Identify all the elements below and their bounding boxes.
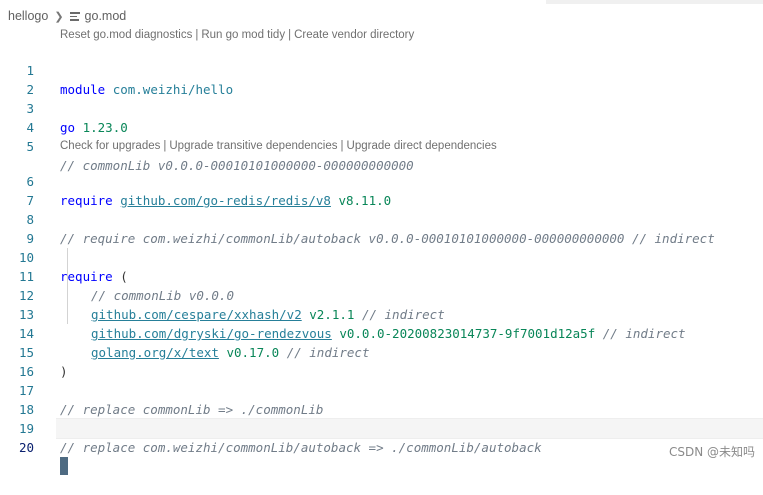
code-line: 19 // replace com.weizhi/commonLib/autob… (0, 400, 763, 455)
code-line: 10 require ( (0, 229, 763, 284)
line-number: 20 (18, 440, 34, 455)
lens-create-vendor[interactable]: Create vendor directory (294, 29, 414, 41)
breadcrumb-file[interactable]: go.mod (85, 9, 127, 23)
code-line: 11 // commonLib v0.0.0 (0, 248, 763, 303)
code-line: 18 (0, 381, 763, 417)
lens-upgrade-direct[interactable]: Upgrade direct dependencies (347, 140, 497, 152)
code-line: 6 require github.com/go-redis/redis/v8 v… (0, 153, 763, 208)
code-line: 4 (0, 99, 763, 135)
lens-upgrade-transitive[interactable]: Upgrade transitive dependencies (169, 140, 337, 152)
watermark: CSDN @未知吗 (668, 445, 755, 459)
code-line: 13 github.com/dgryski/go-rendezvous v0.0… (0, 286, 763, 341)
code-line-current[interactable]: 20 (0, 419, 763, 475)
code-lens-require: Check for upgrades | Upgrade transitive de… (60, 140, 497, 152)
lens-run-mod-tidy[interactable]: Run go mod tidy (201, 29, 285, 41)
code-line: 2 (0, 61, 763, 97)
code-lens-module: Reset go.mod diagnostics | Run go mod tidy… (60, 29, 415, 41)
code-line: 14 golang.org/x/text v0.17.0 // indirect (0, 305, 763, 360)
file-lines-icon (69, 12, 80, 22)
lens-check-upgrades[interactable]: Check for upgrades (60, 140, 160, 152)
breadcrumb-folder[interactable]: hellogo (0, 9, 48, 23)
code-line: 15 ) (0, 324, 763, 379)
code-editor[interactable]: Reset go.mod diagnostics | Run go mod tidy… (0, 26, 763, 475)
code-line: 17 // replace commonLib => ./commonLib (0, 362, 763, 417)
tab-strip-background (546, 0, 763, 4)
chevron-right-icon: ❯ (54, 10, 64, 23)
code-line: 9 (0, 210, 763, 246)
comment: // replace com.weizhi/commonLib/autoback… (60, 440, 542, 455)
code-line: 7 (0, 172, 763, 208)
text-cursor (60, 457, 68, 475)
code-line: 5 // commonLib v0.0.0-00010101000000-000… (0, 118, 763, 173)
lens-reset-diagnostics[interactable]: Reset go.mod diagnostics (60, 29, 192, 41)
code-line: 3 go 1.23.0 (0, 80, 763, 135)
code-line: 16 (0, 343, 763, 379)
breadcrumb: hellogo ❯ go.mod (0, 6, 763, 26)
code-line: 1 module com.weizhi/hello (0, 42, 763, 97)
code-line: 8 // require com.weizhi/commonLib/autoba… (0, 191, 763, 246)
code-line: 12 github.com/cespare/xxhash/v2 v2.1.1 /… (0, 267, 763, 322)
